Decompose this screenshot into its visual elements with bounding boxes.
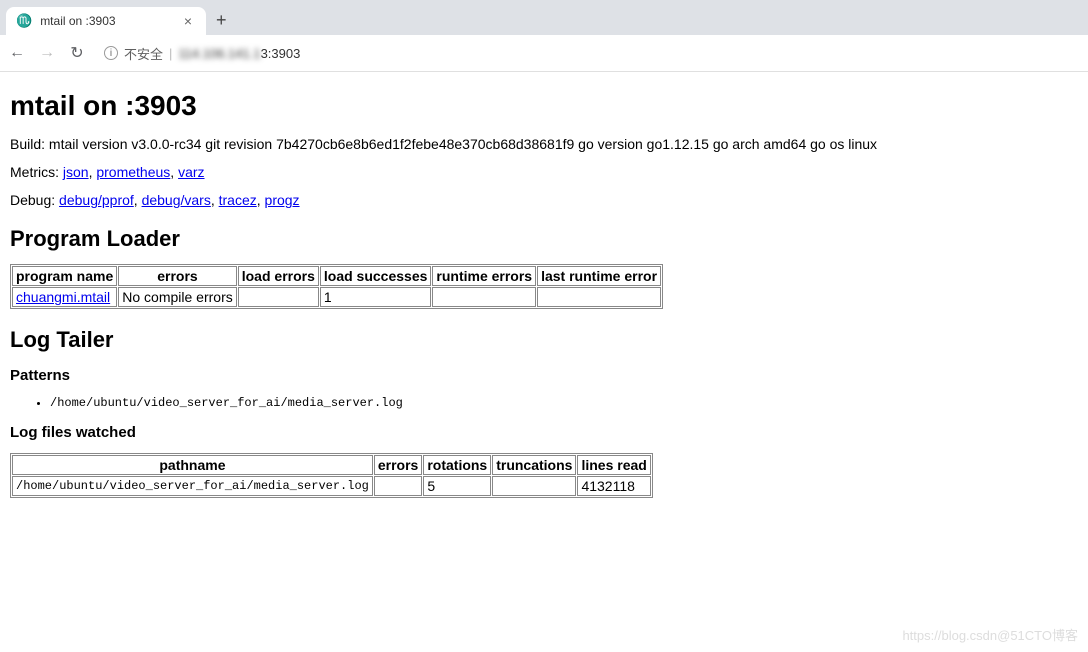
td-pathname: /home/ubuntu/video_server_for_ai/media_s… — [12, 476, 373, 496]
program-link[interactable]: chuangmi.mtail — [16, 289, 110, 305]
browser-tab[interactable]: ♏ mtail on :3903 × — [6, 7, 206, 35]
debug-pprof-link[interactable]: debug/pprof — [59, 192, 134, 208]
program-loader-heading: Program Loader — [10, 226, 1078, 252]
metrics-line: Metrics: json, prometheus, varz — [10, 164, 1078, 180]
debug-vars-link[interactable]: debug/vars — [142, 192, 211, 208]
tab-strip: ♏ mtail on :3903 × + — [0, 0, 1088, 35]
separator: | — [169, 46, 172, 61]
program-loader-table: program name errors load errors load suc… — [10, 264, 663, 309]
url-text: 114.106.141.13:3903 — [178, 46, 300, 61]
browser-chrome: ♏ mtail on :3903 × + ← → ↻ i 不安全 | 114.1… — [0, 0, 1088, 72]
th-lines-read: lines read — [577, 455, 650, 475]
debug-progz-link[interactable]: progz — [265, 192, 300, 208]
omnibox[interactable]: i 不安全 | 114.106.141.13:3903 — [104, 44, 300, 63]
address-bar: ← → ↻ i 不安全 | 114.106.141.13:3903 — [0, 35, 1088, 71]
th-runtime-errors: runtime errors — [432, 266, 536, 286]
th-load-errors: load errors — [238, 266, 319, 286]
th-load-successes: load successes — [320, 266, 432, 286]
metrics-json-link[interactable]: json — [63, 164, 89, 180]
info-icon: i — [104, 46, 118, 60]
watched-table: pathname errors rotations truncations li… — [10, 453, 653, 498]
td-lines-read: 4132118 — [577, 476, 650, 496]
build-info: Build: mtail version v3.0.0-rc34 git rev… — [10, 136, 1078, 152]
forward-button[interactable]: → — [38, 44, 56, 62]
tab-title: mtail on :3903 — [40, 14, 115, 28]
td-errors — [374, 476, 422, 496]
page-title: mtail on :3903 — [10, 90, 1078, 122]
favicon-icon: ♏ — [16, 13, 32, 29]
td-program-name: chuangmi.mtail — [12, 287, 117, 307]
reload-button[interactable]: ↻ — [68, 43, 86, 63]
table-row: chuangmi.mtail No compile errors 1 — [12, 287, 661, 307]
td-last-runtime-error — [537, 287, 661, 307]
td-load-errors — [238, 287, 319, 307]
debug-tracez-link[interactable]: tracez — [219, 192, 257, 208]
td-truncations — [492, 476, 576, 496]
metrics-varz-link[interactable]: varz — [178, 164, 204, 180]
insecure-label: 不安全 — [124, 44, 163, 63]
th-truncations: truncations — [492, 455, 576, 475]
back-button[interactable]: ← — [8, 44, 26, 62]
page-content: mtail on :3903 Build: mtail version v3.0… — [0, 72, 1088, 514]
th-pathname: pathname — [12, 455, 373, 475]
th-errors: errors — [374, 455, 422, 475]
td-errors: No compile errors — [118, 287, 236, 307]
patterns-heading: Patterns — [10, 367, 1078, 384]
th-rotations: rotations — [423, 455, 491, 475]
th-program-name: program name — [12, 266, 117, 286]
metrics-prometheus-link[interactable]: prometheus — [96, 164, 170, 180]
table-header-row: program name errors load errors load suc… — [12, 266, 661, 286]
td-rotations: 5 — [423, 476, 491, 496]
th-last-runtime-error: last runtime error — [537, 266, 661, 286]
close-icon[interactable]: × — [180, 13, 196, 29]
td-load-successes: 1 — [320, 287, 432, 307]
watched-heading: Log files watched — [10, 424, 1078, 441]
watermark: https://blog.csdn@51CTO博客 — [902, 625, 1078, 644]
debug-line: Debug: debug/pprof, debug/vars, tracez, … — [10, 192, 1078, 208]
log-tailer-heading: Log Tailer — [10, 327, 1078, 353]
table-header-row: pathname errors rotations truncations li… — [12, 455, 651, 475]
th-errors: errors — [118, 266, 236, 286]
new-tab-button[interactable]: + — [206, 6, 237, 35]
table-row: /home/ubuntu/video_server_for_ai/media_s… — [12, 476, 651, 496]
patterns-list: /home/ubuntu/video_server_for_ai/media_s… — [10, 396, 1078, 410]
list-item: /home/ubuntu/video_server_for_ai/media_s… — [50, 396, 1078, 410]
td-runtime-errors — [432, 287, 536, 307]
